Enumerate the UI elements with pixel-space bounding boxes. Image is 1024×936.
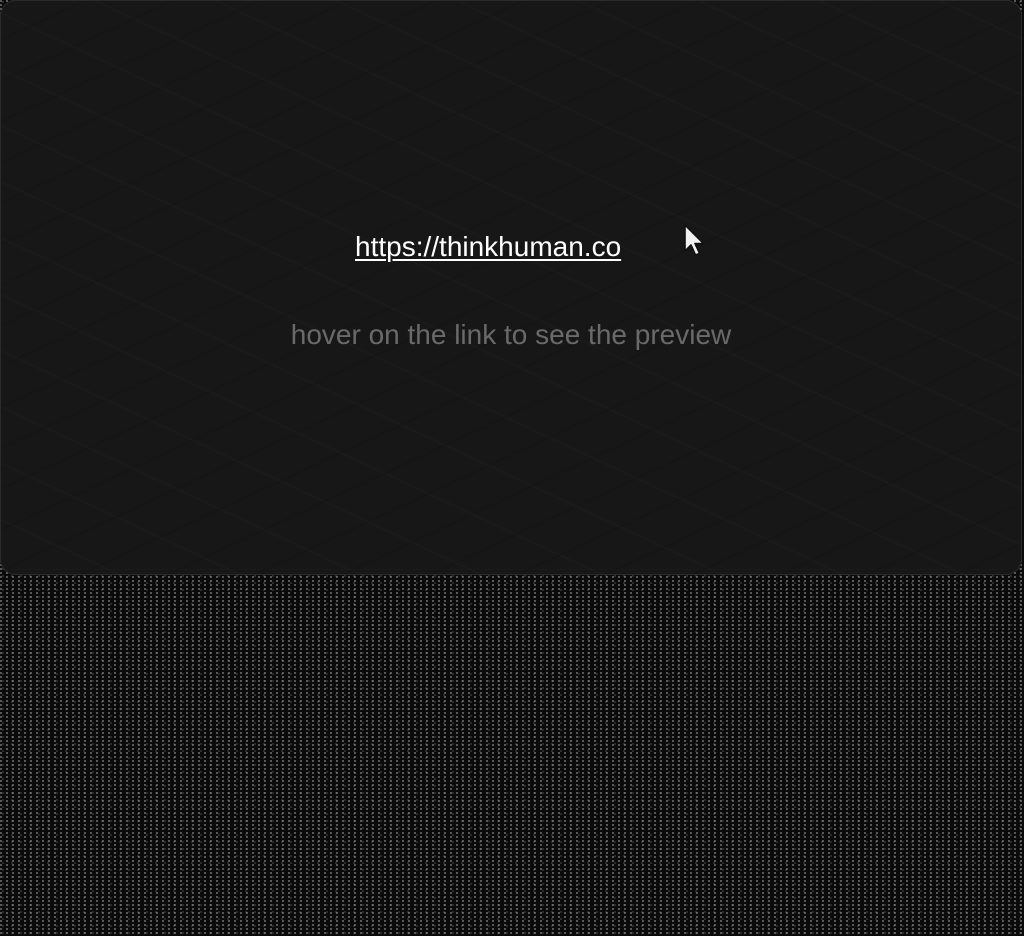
link-thinkhuman[interactable]: https://thinkhuman.co — [355, 229, 621, 265]
card-texture — [1, 1, 1021, 574]
hover-hint-text: hover on the link to see the preview — [290, 319, 732, 350]
mouse-pointer-icon — [684, 224, 705, 256]
link-preview-card: https://thinkhuman.co hover on the link … — [0, 0, 1022, 575]
